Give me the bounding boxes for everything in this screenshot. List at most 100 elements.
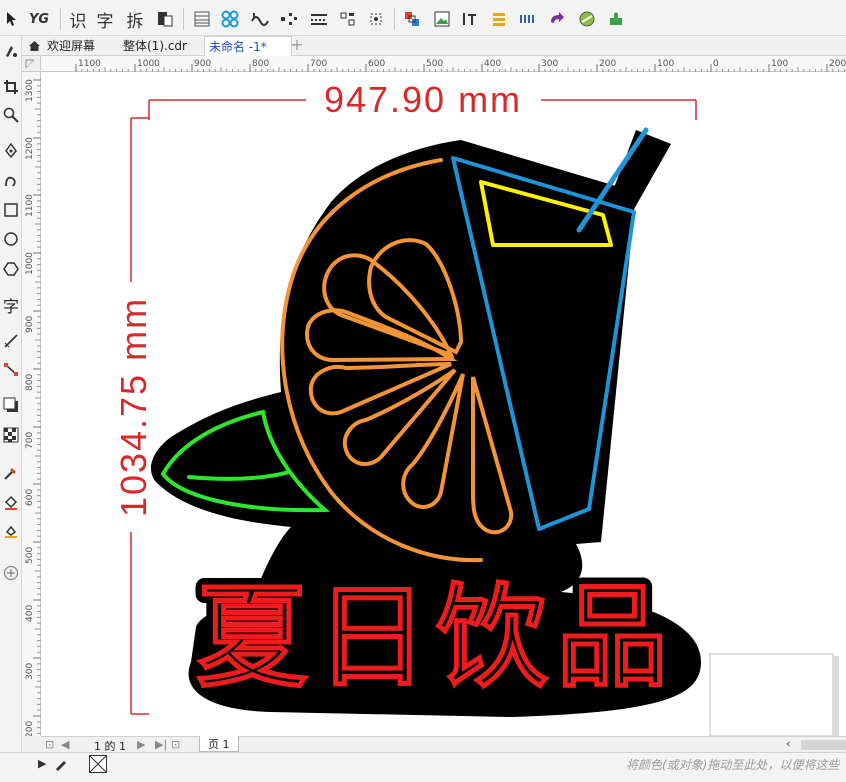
- tab-whole-cdr-label: 整体(1).cdr: [123, 39, 187, 53]
- add-page-icon[interactable]: ⊡: [171, 738, 180, 751]
- hatch-lines-icon[interactable]: [308, 8, 330, 30]
- scroll-left-icon[interactable]: ‹: [786, 737, 790, 750]
- ruler-h-label: 600: [368, 59, 385, 69]
- yg-plugin-icon[interactable]: YG: [28, 8, 50, 30]
- ruler-v-label: 1100: [25, 194, 35, 217]
- tab-whole-cdr[interactable]: 整体(1).cdr: [119, 36, 201, 56]
- home-icon: [28, 38, 41, 58]
- page-tab[interactable]: 页 1: [199, 736, 239, 752]
- ellipse-tool-icon[interactable]: [1, 228, 21, 250]
- ruler-h-label: 100: [657, 59, 674, 69]
- first-page-icon[interactable]: ⊡: [45, 738, 54, 751]
- ruler-v-label: 800: [25, 374, 35, 391]
- docker-scroll[interactable]: [833, 656, 839, 736]
- tab-welcome[interactable]: 欢迎屏幕: [24, 36, 114, 56]
- width-dimension-label: 947.90 mm: [324, 79, 522, 120]
- ruler-v-label: 500: [25, 547, 35, 564]
- ruler-h-label: 800: [252, 59, 269, 69]
- zoom-tool-icon[interactable]: [1, 104, 21, 126]
- cutting-marks-icon[interactable]: [365, 8, 387, 30]
- ruler-h-label: 400: [484, 59, 501, 69]
- docker-placeholder[interactable]: [709, 653, 834, 736]
- ruler-v-label: 400: [25, 605, 35, 622]
- curve-tool-icon[interactable]: [1, 170, 21, 192]
- puzzle-icon[interactable]: [605, 8, 627, 30]
- title-group[interactable]: 夏日饮品 夏日饮品: [187, 566, 677, 709]
- wave-tool-icon[interactable]: [249, 8, 271, 30]
- left-toolbox: 字: [0, 36, 22, 752]
- title-text: 夏日饮品: [196, 575, 676, 700]
- ruler-h-label: 500: [426, 59, 443, 69]
- tab-welcome-label: 欢迎屏幕: [47, 39, 96, 53]
- ruler-h-label: 1100: [78, 59, 101, 69]
- ruler-v-label: 1200: [25, 137, 35, 160]
- last-page-icon[interactable]: ▶|: [155, 738, 167, 751]
- height-dimension[interactable]: 1034.75 mm: [113, 118, 154, 715]
- text-tool-icon[interactable]: 字: [1, 294, 21, 316]
- next-page-icon[interactable]: ▶: [137, 738, 145, 751]
- ruler-v-label: 900: [25, 316, 35, 333]
- ruler-v-label: 300: [25, 663, 35, 680]
- arrange-icon[interactable]: [401, 8, 423, 30]
- polygon-tool-icon[interactable]: [1, 258, 21, 280]
- height-dimension-label: 1034.75 mm: [113, 297, 154, 517]
- no-fill-swatch[interactable]: [89, 755, 107, 773]
- eyedropper-icon[interactable]: [1, 462, 21, 484]
- distribute-icon[interactable]: [337, 8, 359, 30]
- ruler-v-label: 600: [25, 489, 35, 506]
- color-drop-bar: ▶ 将颜色(或对象)拖动至此处，以便将这些: [0, 752, 846, 782]
- toolbar-separator: [394, 8, 395, 30]
- rectangle-tool-icon[interactable]: [1, 199, 21, 221]
- barcode-icon[interactable]: [517, 8, 539, 30]
- split-text-button[interactable]: 拆: [125, 8, 145, 32]
- pick-tool-icon[interactable]: [3, 8, 21, 30]
- pattern-icon[interactable]: [219, 8, 241, 30]
- coreldraw-window: YG 识 字 拆 字 欢迎屏幕 整体(1).cdr 未命名 -1* + 1100…: [0, 0, 846, 782]
- top-toolbar: YG 识 字 拆: [0, 0, 846, 36]
- connector-tool-icon[interactable]: [1, 358, 21, 380]
- ruler-v-label: 700: [25, 432, 35, 449]
- toolbar-separator: [60, 8, 61, 30]
- ruler-h-label: 700: [310, 59, 327, 69]
- vertical-ruler[interactable]: 1300 1200 1100 1000 900 800 700 600 500 400 300 200: [22, 72, 41, 769]
- drawing-canvas[interactable]: 947.90 mm 1034.75 mm 夏日饮品 夏日饮品: [41, 72, 846, 736]
- freehand-pick-icon[interactable]: [1, 40, 21, 62]
- horizontal-ruler[interactable]: 1100 1000 900 800 700 600 500 400 300 200 100 0 100 2…: [41, 56, 846, 72]
- ruler-h-label: 100: [771, 59, 788, 69]
- ruler-h-label: 0: [713, 59, 719, 69]
- paste-icon[interactable]: [155, 8, 175, 30]
- toolbar-separator: [183, 8, 184, 30]
- table-icon[interactable]: [192, 8, 212, 30]
- ruler-h-label: 200: [829, 59, 846, 69]
- ruler-v-label: 1000: [25, 252, 35, 275]
- redo-icon[interactable]: [546, 8, 568, 30]
- pen-icon[interactable]: [54, 756, 68, 775]
- smart-fill-icon[interactable]: [1, 520, 21, 542]
- ruler-h-label: 1000: [137, 59, 160, 69]
- new-tab-button[interactable]: +: [288, 36, 306, 56]
- fill-bucket-icon[interactable]: [1, 492, 21, 514]
- width-dimension[interactable]: 947.90 mm: [131, 79, 697, 120]
- crop-tool-icon[interactable]: [1, 76, 21, 98]
- drop-shadow-icon[interactable]: [1, 394, 21, 416]
- ruler-v-label: 1300: [25, 79, 35, 102]
- columns-icon[interactable]: [488, 8, 510, 30]
- ruler-h-label: 300: [541, 59, 558, 69]
- align-nodes-icon[interactable]: [278, 8, 300, 30]
- prev-page-icon[interactable]: ◀: [61, 738, 69, 751]
- ruler-h-label: 200: [599, 59, 616, 69]
- globe-icon[interactable]: [576, 8, 598, 30]
- expand-arrow-icon[interactable]: ▶: [38, 757, 46, 770]
- tab-untitled[interactable]: 未命名 -1*: [204, 36, 292, 56]
- image-frame-icon[interactable]: [431, 8, 453, 30]
- add-tool-icon[interactable]: [1, 562, 21, 584]
- dimension-tool-icon[interactable]: [1, 330, 21, 352]
- horizontal-scrollbar[interactable]: [801, 740, 846, 750]
- transparency-icon[interactable]: [1, 424, 21, 446]
- document-tabs: 欢迎屏幕 整体(1).cdr 未命名 -1* +: [22, 36, 846, 56]
- ruler-corner[interactable]: [22, 56, 41, 72]
- text-button[interactable]: 字: [95, 8, 115, 32]
- pen-tool-icon[interactable]: [1, 140, 21, 162]
- text-align-icon[interactable]: [460, 8, 482, 30]
- recognize-text-button[interactable]: 识: [68, 8, 88, 32]
